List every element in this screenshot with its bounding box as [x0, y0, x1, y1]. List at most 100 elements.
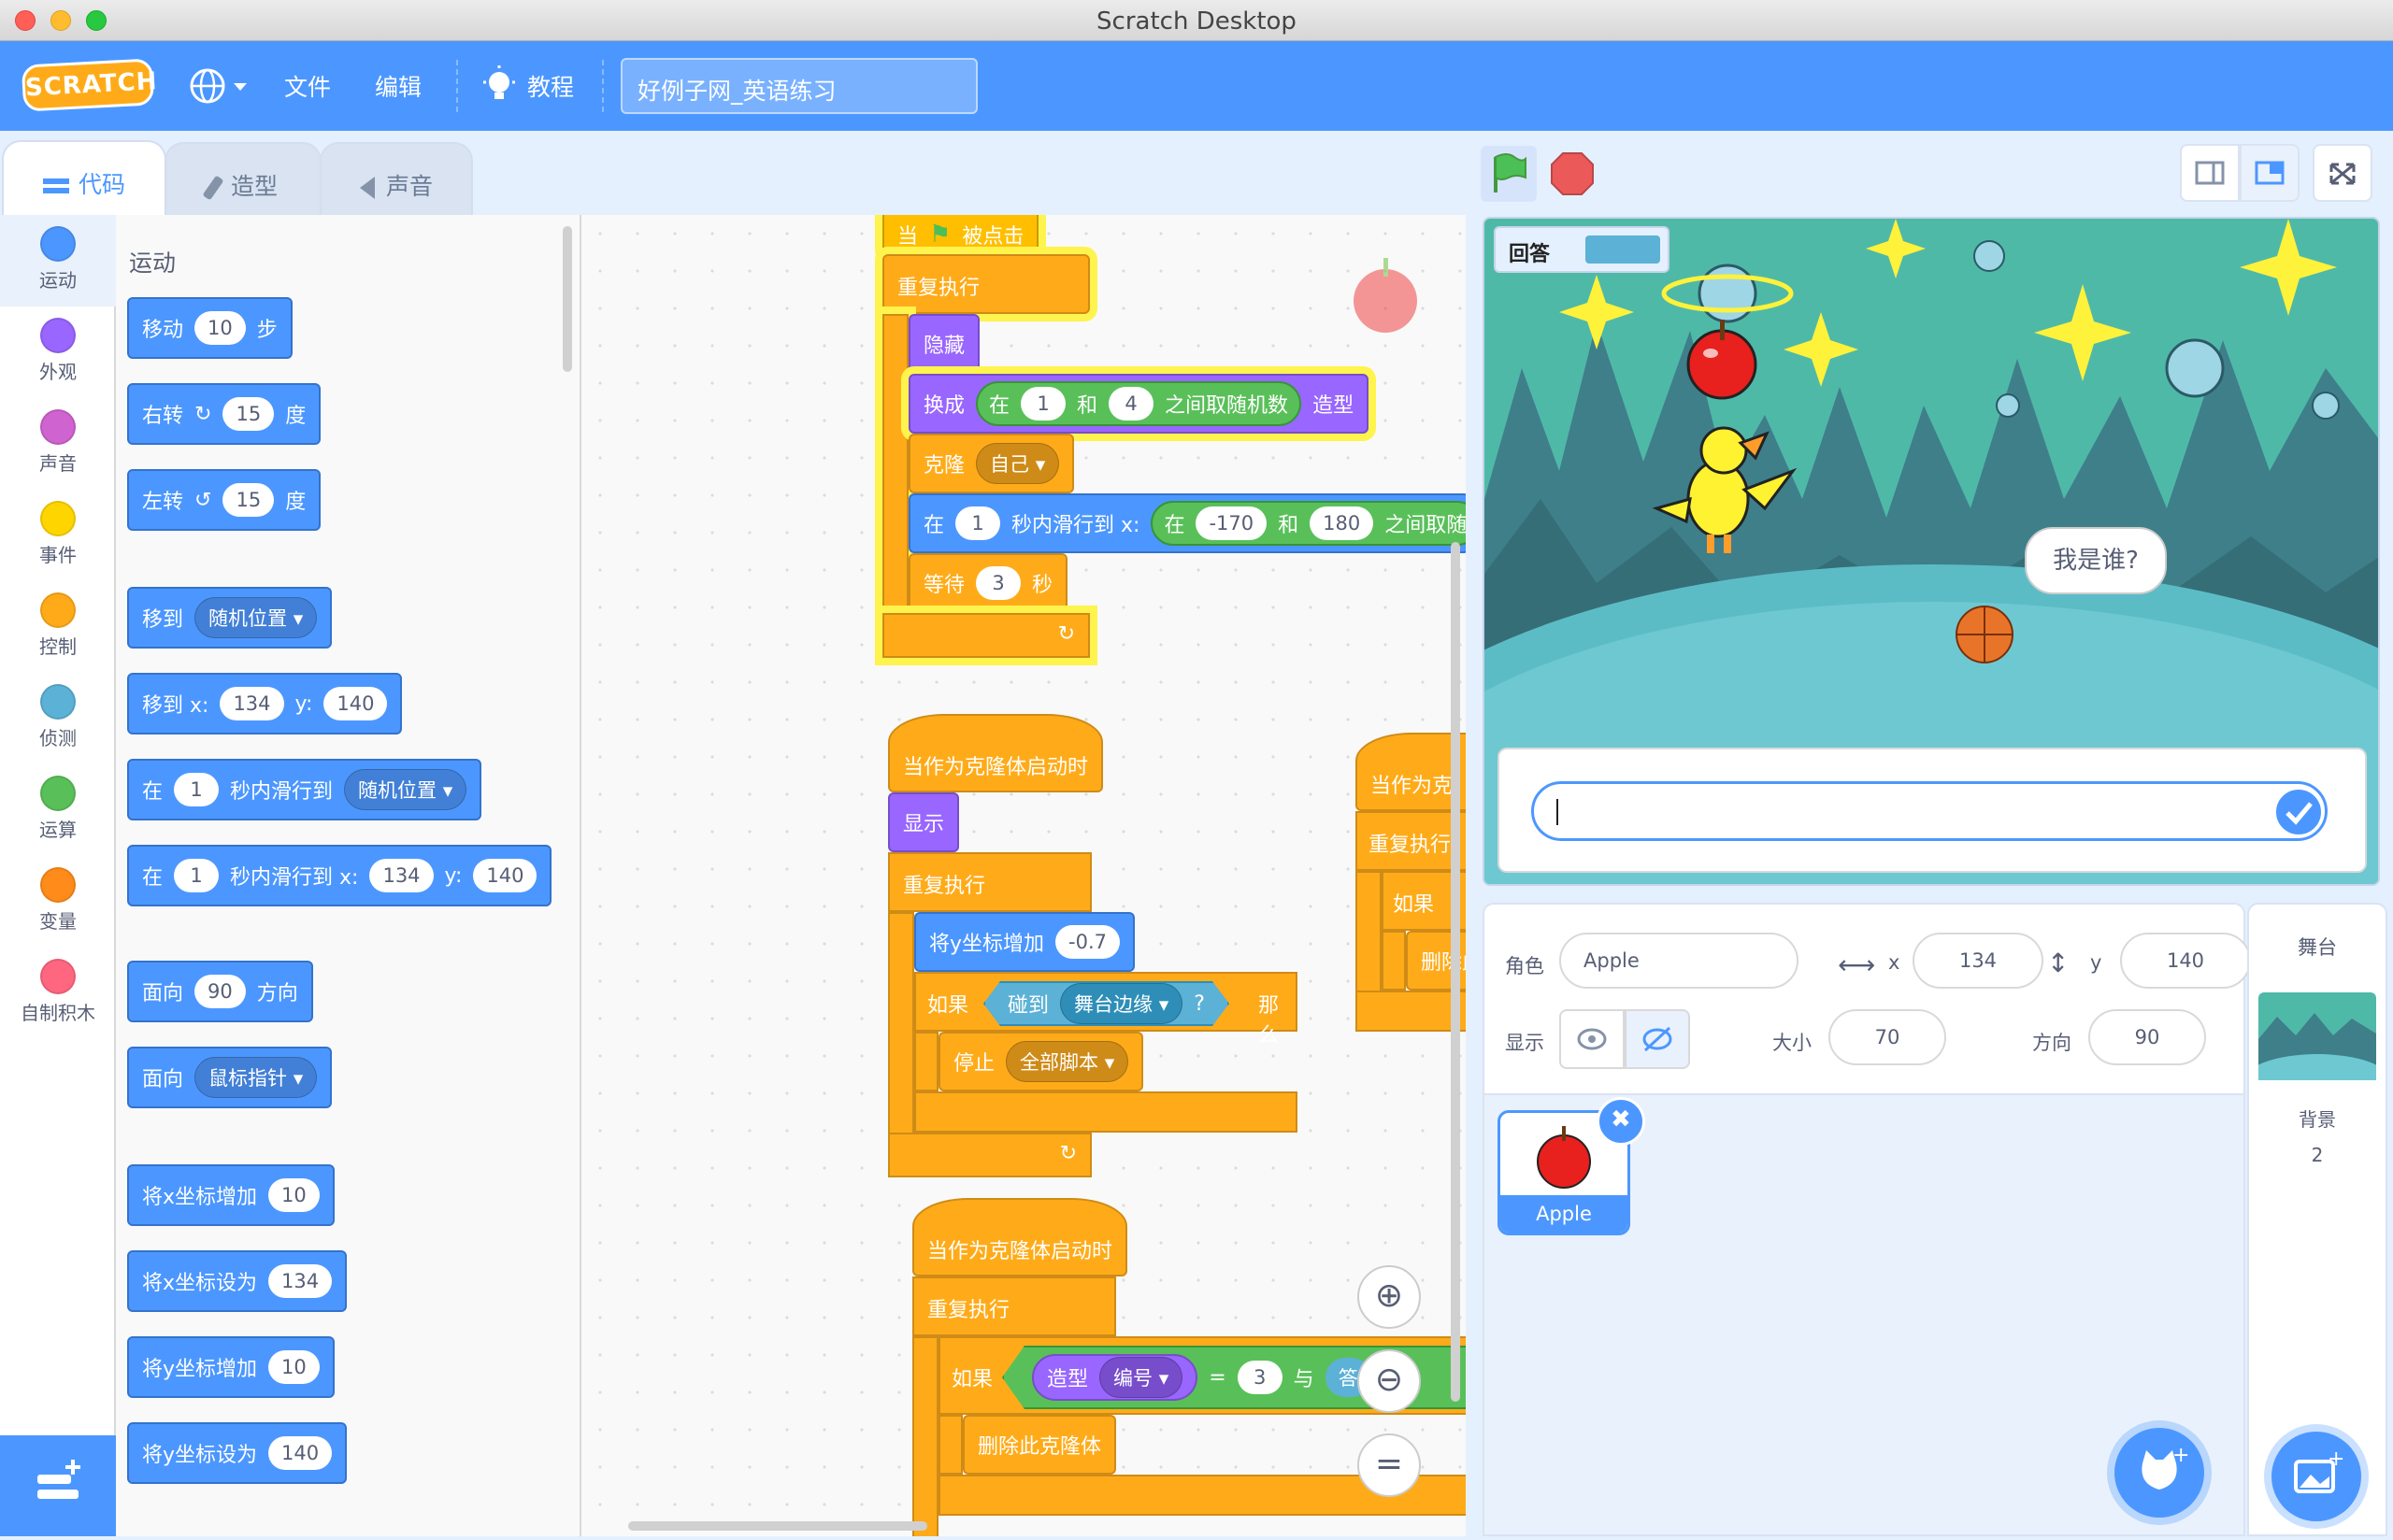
block-change-x[interactable]: 将x坐标增加 10: [127, 1164, 335, 1226]
script-clone-start-3[interactable]: 当作为克 重复执行 如果 删除此: [1355, 733, 1466, 1331]
block-dropdown[interactable]: 鼠标指针: [194, 1057, 318, 1098]
category-control[interactable]: 控制: [0, 581, 116, 673]
block-input[interactable]: 90: [194, 975, 246, 1008]
block-input[interactable]: 1: [1021, 387, 1067, 421]
tutorials-button[interactable]: 教程: [480, 64, 593, 108]
category-variables[interactable]: 变量: [0, 856, 116, 948]
block-input[interactable]: 134: [369, 859, 434, 892]
block-input[interactable]: 134: [220, 687, 284, 720]
block-when-clone-start[interactable]: 当作为克隆体启动时: [888, 714, 1104, 792]
block-delete-clone[interactable]: 删除此克隆体: [963, 1415, 1117, 1475]
block-input[interactable]: 4: [1109, 387, 1154, 421]
block-change-y[interactable]: 将y坐标增加 10: [127, 1336, 335, 1398]
script-clone-start-1[interactable]: 当作为克隆体启动时 显示 重复执行 将y坐标增加 -0.7 如果 碰到舞台边缘? …: [888, 714, 1299, 1181]
block-input[interactable]: 180: [1310, 506, 1374, 540]
block-hide[interactable]: 隐藏: [909, 314, 981, 374]
block-input[interactable]: 3: [1237, 1361, 1282, 1394]
block-forever-top[interactable]: 重复执行: [1355, 811, 1466, 871]
block-glide-xy[interactable]: 在 1 秒内滑行到 x: 134 y: 140: [127, 845, 552, 906]
small-stage-button[interactable]: [2180, 144, 2240, 202]
sprite-name-input[interactable]: Apple: [1559, 933, 1798, 989]
block-random[interactable]: 在 1 和 4 之间取随机数: [976, 381, 1302, 426]
block-input[interactable]: -0.7: [1055, 925, 1121, 959]
size-input[interactable]: 70: [1828, 1009, 1946, 1065]
basketball-sprite[interactable]: [1952, 602, 2017, 667]
block-switch-costume[interactable]: 换成在 1 和 4 之间取随机数 造型: [909, 374, 1369, 434]
project-title-input[interactable]: 好例子网_英语练习: [621, 58, 978, 114]
block-set-x[interactable]: 将x坐标设为 134: [127, 1250, 348, 1312]
block-input[interactable]: 10: [268, 1350, 320, 1384]
choose-sprite-button[interactable]: +: [2114, 1428, 2204, 1518]
choose-backdrop-button[interactable]: +: [2271, 1432, 2361, 1521]
stage[interactable]: 我是谁? 回答: [1483, 217, 2380, 886]
block-input[interactable]: 15: [222, 397, 275, 431]
block-input[interactable]: 15: [222, 483, 275, 517]
category-sound[interactable]: 声音: [0, 398, 116, 490]
block-create-clone[interactable]: 克隆 自己: [909, 434, 1075, 493]
file-menu[interactable]: 文件: [284, 69, 331, 103]
category-motion[interactable]: 运动: [0, 215, 116, 307]
tab-sounds[interactable]: 声音: [320, 142, 473, 215]
block-when-clone-start[interactable]: 当作为克隆体启动时: [912, 1198, 1128, 1276]
block-random[interactable]: 在 -170 和 180 之间取随: [1151, 501, 1466, 546]
block-input[interactable]: 140: [268, 1436, 333, 1470]
zoom-reset-button[interactable]: =: [1357, 1433, 1421, 1497]
add-extension-button[interactable]: [0, 1435, 116, 1536]
block-dropdown[interactable]: 随机位置: [344, 769, 467, 810]
backdrop-thumbnail[interactable]: [2258, 992, 2376, 1080]
green-flag-button[interactable]: [1481, 146, 1537, 202]
block-input[interactable]: 1: [955, 506, 1001, 540]
submit-answer-button[interactable]: [2273, 787, 2324, 837]
block-dropdown[interactable]: 编号: [1099, 1357, 1183, 1398]
fullscreen-button[interactable]: [2313, 144, 2372, 202]
delete-sprite-button[interactable]: ✖: [1597, 1097, 1645, 1146]
language-menu-button[interactable]: [187, 64, 252, 108]
show-sprite-button[interactable]: [1559, 1009, 1625, 1069]
category-events[interactable]: 事件: [0, 490, 116, 581]
workspace-vertical-scrollbar[interactable]: [1451, 542, 1460, 1402]
block-show[interactable]: 显示: [888, 792, 960, 852]
hide-sprite-button[interactable]: [1625, 1009, 1690, 1069]
block-forever-top[interactable]: 重复执行: [882, 254, 1090, 314]
apple-sprite[interactable]: [1677, 312, 1767, 402]
workspace-horizontal-scrollbar[interactable]: [628, 1521, 927, 1531]
block-glide[interactable]: 在 1 秒内滑行到 随机位置: [127, 759, 482, 820]
tab-costumes[interactable]: 造型: [165, 142, 322, 215]
large-stage-button[interactable]: [2240, 144, 2300, 202]
answer-input[interactable]: [1531, 781, 2328, 841]
block-dropdown[interactable]: 自己: [976, 443, 1060, 484]
block-input[interactable]: 1: [174, 859, 220, 892]
block-wait[interactable]: 等待 3 秒: [909, 553, 1068, 613]
block-turn-right[interactable]: 右转 ↻ 15 度: [127, 383, 322, 445]
block-dropdown[interactable]: 随机位置: [194, 597, 318, 638]
scratch-logo[interactable]: SCRATCH: [21, 58, 158, 112]
block-change-y[interactable]: 将y坐标增加 -0.7: [914, 912, 1136, 972]
stop-button[interactable]: [1548, 150, 1597, 198]
y-input[interactable]: 140: [2120, 933, 2251, 989]
stage-selector[interactable]: 舞台 背景 2 +: [2247, 903, 2387, 1536]
block-move[interactable]: 移动 10 步: [127, 297, 293, 359]
category-sensing[interactable]: 侦测: [0, 673, 116, 764]
block-forever-top[interactable]: 重复执行: [912, 1276, 1116, 1336]
edit-menu[interactable]: 编辑: [375, 69, 422, 103]
block-if-top[interactable]: 如果 碰到舞台边缘? 那么: [914, 972, 1297, 1048]
block-input[interactable]: 1: [174, 773, 220, 806]
block-when-clone-start[interactable]: 当作为克: [1355, 733, 1466, 811]
block-point-direction[interactable]: 面向 90 方向: [127, 961, 313, 1022]
block-input[interactable]: 10: [268, 1178, 320, 1212]
block-goto-xy[interactable]: 移到 x: 134 y: 140: [127, 673, 403, 734]
category-my-blocks[interactable]: 自制积木: [0, 948, 116, 1039]
code-workspace[interactable]: 当⚑被点击 重复执行 隐藏 换成在1和4之间取随机数造型 克隆自己 在1秒内滑行…: [581, 215, 1466, 1536]
duck-sprite[interactable]: [1643, 406, 1802, 574]
block-input[interactable]: 134: [268, 1264, 333, 1298]
block-input[interactable]: 140: [323, 687, 388, 720]
block-forever-top[interactable]: 重复执行: [888, 852, 1092, 912]
direction-input[interactable]: 90: [2088, 1009, 2206, 1065]
block-costume-number[interactable]: 造型 编号: [1032, 1354, 1198, 1401]
block-input[interactable]: 140: [473, 859, 537, 892]
palette-scrollbar[interactable]: [563, 226, 572, 372]
block-when-flag-clicked[interactable]: 当 ⚑ 被点击: [882, 215, 1039, 256]
category-operators[interactable]: 运算: [0, 764, 116, 856]
block-stop[interactable]: 停止 全部脚本: [939, 1032, 1144, 1091]
category-looks[interactable]: 外观: [0, 307, 116, 398]
